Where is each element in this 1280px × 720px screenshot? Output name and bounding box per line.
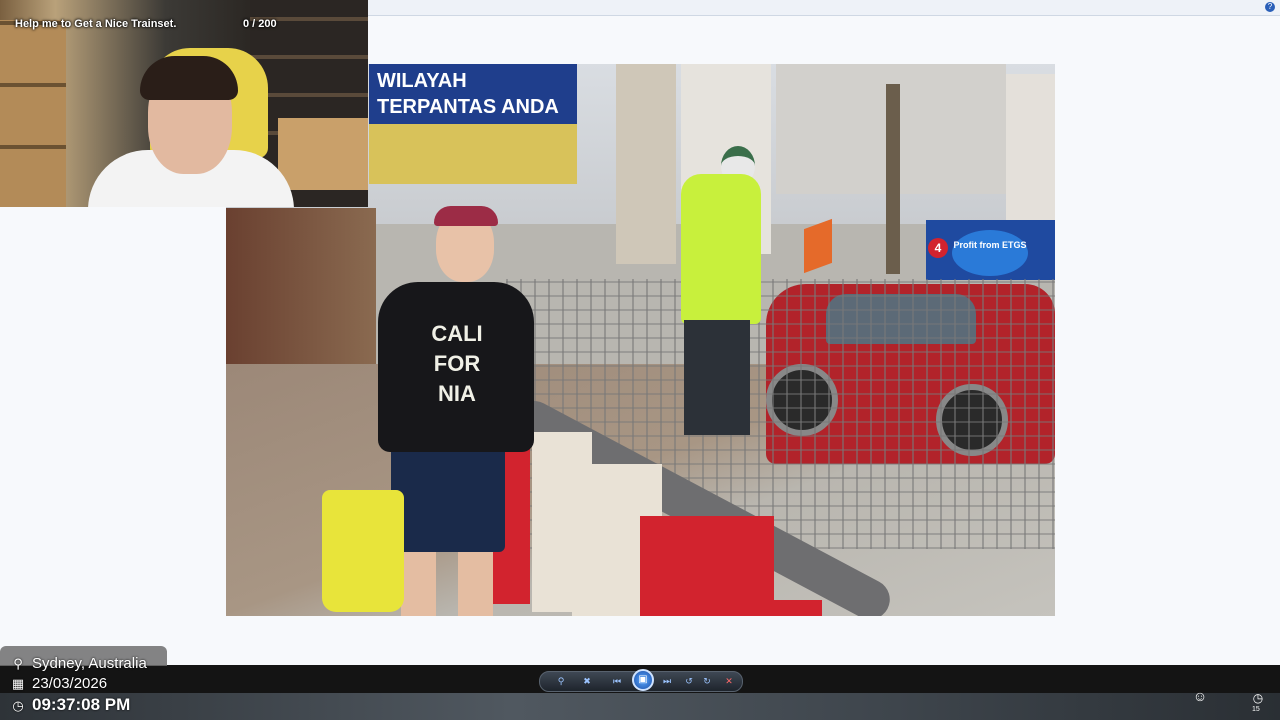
photo-sign-number: 4: [928, 238, 948, 258]
mannequin-body: [681, 174, 761, 324]
photo-sign-text: Profit from ETGS: [952, 230, 1028, 276]
photo-billboard: WILAYAH TERPANTAS ANDA: [369, 64, 577, 126]
photo-viewer-toolbar: ⚲ ✖ ⏮ ▣ ⏭ ↺ ↻ ✕: [539, 669, 743, 692]
stream-goal-title: Help me to Get a Nice Trainset.: [15, 18, 177, 30]
location-pin-icon: ⚲: [13, 656, 23, 671]
mannequin-legs: [684, 320, 750, 435]
boy-shorts: [391, 440, 505, 552]
cam-box: [278, 118, 368, 190]
clock-icon: ◷: [12, 698, 24, 713]
billboard-line1: WILAYAH: [377, 70, 467, 92]
clock-small-label: 15: [1252, 706, 1260, 713]
boy-cap: [434, 206, 498, 226]
date-text: 23/03/2026: [32, 675, 108, 692]
barrier-red: [742, 600, 822, 616]
rotate-left-icon[interactable]: ↺: [682, 675, 696, 688]
clock-icon[interactable]: ◷: [1248, 688, 1268, 708]
delete-icon[interactable]: ✕: [722, 675, 736, 688]
location-line: ⚲ Sydney, Australia: [10, 655, 147, 672]
billboard-line2: TERPANTAS ANDA: [377, 96, 559, 118]
shirt-print-line: NIA: [438, 381, 476, 406]
stream-goal-counter: 0 / 200: [243, 18, 277, 30]
calendar-icon: ▦: [11, 676, 25, 691]
slideshow-icon[interactable]: ▣: [632, 669, 654, 691]
zoom-icon[interactable]: ⚲: [554, 675, 568, 688]
time-line: ◷ 09:37:08 PM: [10, 695, 130, 715]
location-text: Sydney, Australia: [32, 655, 147, 672]
photo-building: [1006, 74, 1055, 224]
webcam-overlay: Help me to Get a Nice Trainset. 0 / 200: [0, 0, 368, 207]
photo-shops: [226, 208, 376, 368]
mannequin-flag: [804, 218, 832, 274]
help-icon[interactable]: ?: [1265, 2, 1275, 12]
shopping-bag: [322, 490, 404, 612]
boy-shirt-print: CALI FOR NIA: [422, 319, 492, 411]
shirt-print-line: FOR: [433, 351, 481, 376]
cam-person-hair: [140, 56, 238, 100]
date-line: ▦ 23/03/2026: [10, 675, 107, 692]
boy-legs: [401, 550, 493, 616]
photo-storefront: [369, 124, 577, 184]
photo-palm-trunk: [886, 84, 900, 274]
rotate-right-icon[interactable]: ↻: [700, 675, 714, 688]
time-text: 09:37:08 PM: [32, 695, 131, 714]
next-icon[interactable]: ⏭: [660, 675, 674, 688]
shirt-print-line: CALI: [431, 321, 483, 346]
fit-icon[interactable]: ✖: [580, 675, 594, 688]
chat-icon[interactable]: ☺: [1190, 686, 1210, 706]
photo-sign: Profit from ETGS 4: [926, 220, 1055, 280]
photo-building: [616, 64, 676, 264]
cam-boxes: [0, 20, 66, 207]
taskbar-strip: [0, 693, 1280, 720]
prev-icon[interactable]: ⏮: [610, 675, 624, 688]
